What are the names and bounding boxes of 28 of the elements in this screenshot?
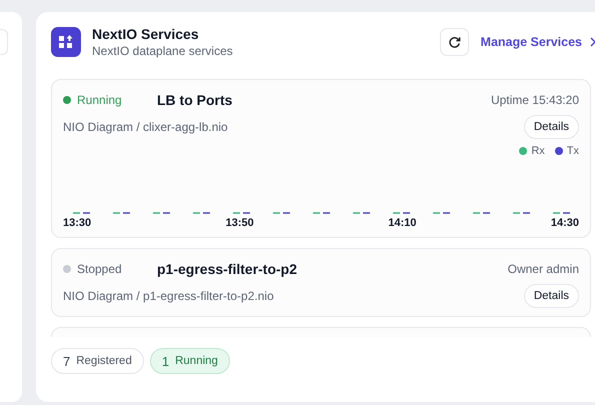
chip-label: Registered xyxy=(76,355,132,367)
panel-subtitle: NextIO dataplane services xyxy=(92,44,234,58)
service-meta: Uptime 15:43:20 xyxy=(490,93,579,107)
service-meta: Owner admin xyxy=(508,262,579,276)
manage-services-link[interactable]: Manage Services xyxy=(480,35,582,49)
details-button[interactable]: Details xyxy=(524,115,579,139)
count: 1 xyxy=(162,354,170,368)
service-name: LB to Ports xyxy=(157,92,234,108)
time-label: 14:30 xyxy=(550,217,579,229)
refresh-icon xyxy=(448,36,461,48)
status-label: Stopped xyxy=(77,262,122,276)
legend-label: Rx xyxy=(531,145,545,157)
chip-label: Running xyxy=(175,355,218,367)
panel-title: NextIO Services xyxy=(92,26,200,42)
input-field[interactable] xyxy=(0,29,8,55)
time-label: 13:50 xyxy=(226,217,254,229)
time-label: 14:10 xyxy=(388,217,416,229)
services-logo-icon xyxy=(51,27,81,57)
refresh-button[interactable] xyxy=(440,28,469,56)
details-button[interactable]: Details xyxy=(524,284,579,308)
chevron-right-icon xyxy=(590,37,595,47)
service-name: p1-egress-filter-to-p2 xyxy=(157,261,298,277)
time-label: 13:30 xyxy=(63,217,92,229)
diagram-path: NIO Diagram / p1-egress-filter-to-p2.nio xyxy=(63,289,274,303)
diagram-path: NIO Diagram / clixer-agg-lb.nio xyxy=(63,120,228,134)
count: 7 xyxy=(63,354,70,368)
legend-label: Tx xyxy=(566,145,579,157)
status-label: Running xyxy=(77,93,122,107)
